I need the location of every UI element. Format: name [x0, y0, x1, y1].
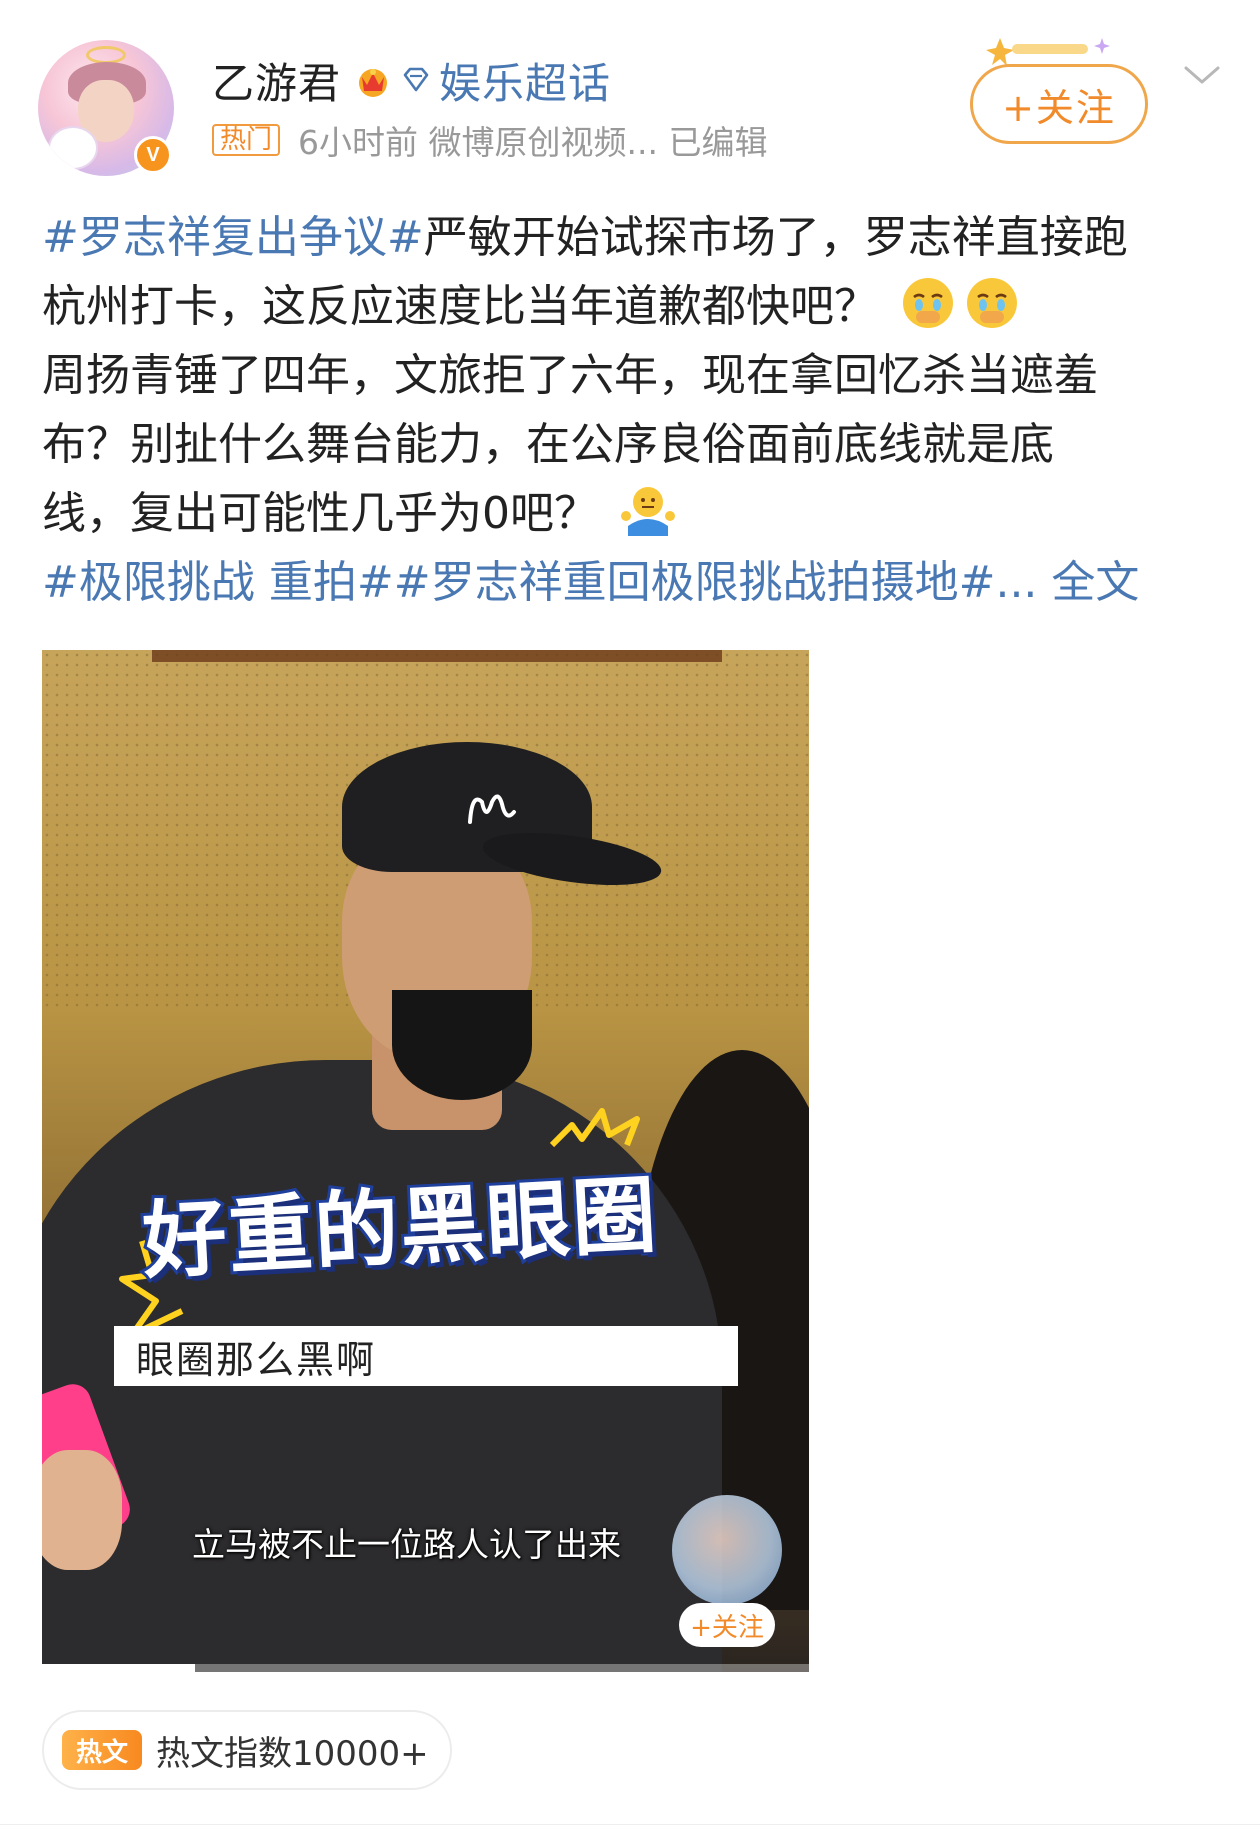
- post-line: #极限挑战 重拍##罗志祥重回极限挑战拍摄地#... 全文: [42, 548, 1222, 617]
- hot-index-pill[interactable]: 热文 热文指数10000+: [42, 1710, 452, 1790]
- video-sub-caption: 眼圈那么黑啊: [114, 1326, 738, 1386]
- weibo-post-card: V 乙游君 娱乐超话 热门 6小时前 微博原创视频... 已编辑 +关注 #罗志…: [0, 0, 1260, 1831]
- crown-icon: [353, 60, 393, 100]
- cap-logo-icon: [468, 794, 516, 824]
- post-line-text: 布？别扯什么舞台能力，在公序良俗面前底线就是底: [42, 419, 1054, 470]
- username[interactable]: 乙游君: [212, 50, 341, 111]
- video-follow-button[interactable]: +关注: [679, 1603, 775, 1647]
- full-text-link[interactable]: 全文: [1051, 557, 1139, 608]
- post-line: 布？别扯什么舞台能力，在公序良俗面前底线就是底: [42, 410, 1222, 479]
- post-line: 周扬青锤了四年，文旅拒了六年，现在拿回忆杀当遮羞: [42, 341, 1222, 410]
- video-player[interactable]: 好重的黑眼圈 眼圈那么黑啊 立马被不止一位路人认了出来 +关注: [42, 650, 809, 1672]
- video-sub-caption-text: 眼圈那么黑啊: [136, 1337, 377, 1382]
- post-body: #罗志祥复出争议#严敏开始试探市场了，罗志祥直接跑 杭州打卡，这反应速度比当年道…: [42, 203, 1222, 617]
- shrug-emoji-icon: [621, 487, 675, 536]
- verified-badge-icon: V: [134, 136, 172, 174]
- post-line-text: 线，复出可能性几乎为0吧？: [42, 488, 598, 539]
- post-line-text: 严敏开始试探市场了，罗志祥直接跑: [423, 212, 1128, 263]
- post-line: #罗志祥复出争议#严敏开始试探市场了，罗志祥直接跑: [42, 203, 1222, 272]
- crying-emoji-icon: [967, 278, 1017, 328]
- username-row: 乙游君 娱乐超话: [212, 52, 611, 108]
- video-creator-avatar[interactable]: [672, 1495, 782, 1605]
- hot-index-text: 热文指数10000+: [156, 1733, 429, 1774]
- diamond-icon: [399, 63, 433, 97]
- follow-button[interactable]: +关注: [970, 64, 1148, 144]
- post-meta: 热门 6小时前 微博原创视频... 已编辑: [212, 118, 767, 162]
- follow-area: +关注: [966, 34, 1152, 144]
- post-line-text: 周扬青锤了四年，文旅拒了六年，现在拿回忆杀当遮羞: [42, 350, 1098, 401]
- video-progress-fill: [42, 1664, 196, 1672]
- video-top-caption: [152, 650, 722, 662]
- post-line: 线，复出可能性几乎为0吧？: [42, 479, 1222, 548]
- crying-emoji-icon: [903, 278, 953, 328]
- hot-article-badge: 热文: [62, 1730, 142, 1770]
- hashtag-link[interactable]: #极限挑战 重拍##罗志祥重回极限挑战拍摄地#...: [42, 557, 1037, 608]
- hot-badge: 热门: [212, 124, 281, 156]
- avatar[interactable]: V: [38, 40, 174, 176]
- hashtag-link[interactable]: #罗志祥复出争议#: [42, 212, 424, 263]
- post-meta-text: 6小时前 微博原创视频... 已编辑: [298, 123, 768, 162]
- divider: [0, 1824, 1260, 1825]
- post-line: 杭州打卡，这反应速度比当年道歉都快吧？: [42, 272, 1222, 341]
- video-subtitle: 立马被不止一位路人认了出来: [192, 1525, 621, 1564]
- post-line-text: 杭州打卡，这反应速度比当年道歉都快吧？: [42, 281, 878, 332]
- supertopic-link[interactable]: 娱乐超话: [439, 50, 611, 111]
- video-progress-bar[interactable]: [42, 1664, 809, 1672]
- chevron-down-icon[interactable]: [1180, 60, 1224, 90]
